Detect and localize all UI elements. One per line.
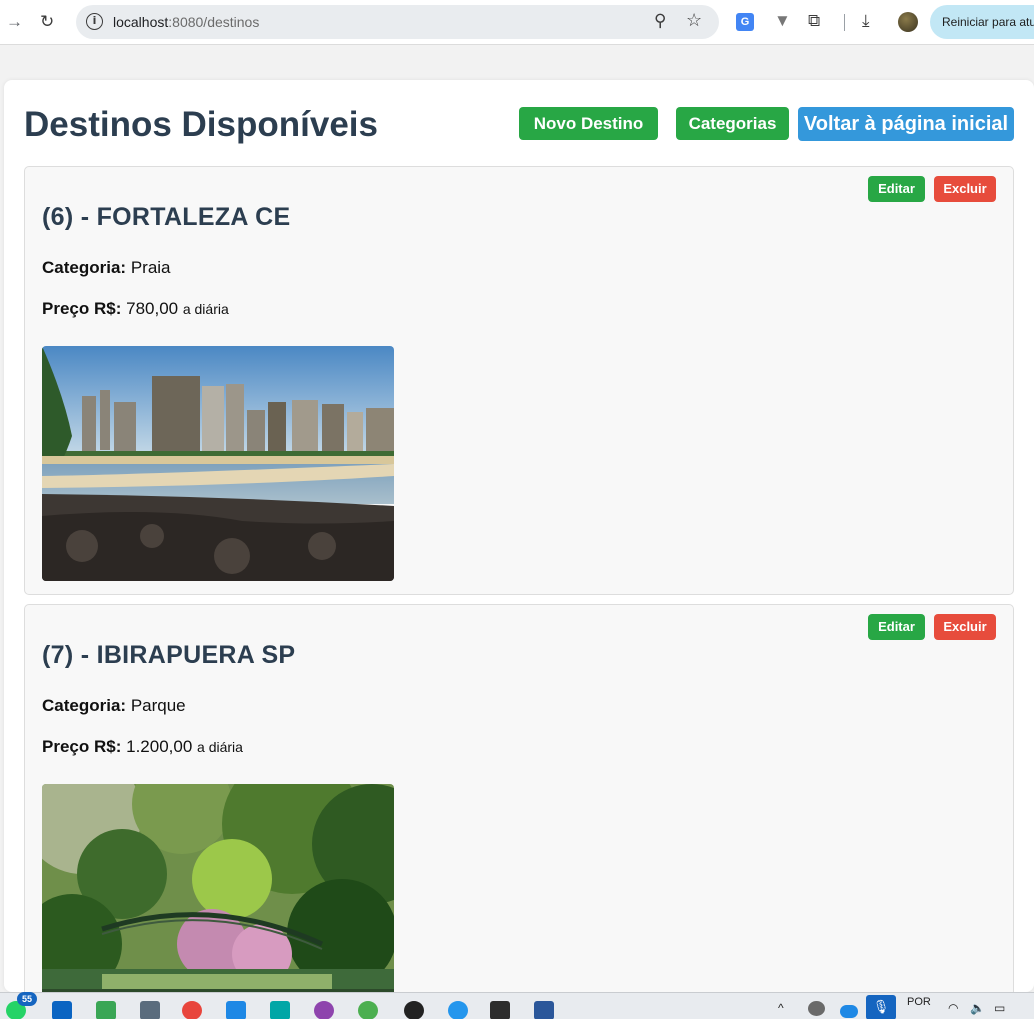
- visual-studio-icon[interactable]: [270, 1001, 290, 1019]
- price-label: Preço R$:: [42, 737, 122, 756]
- forward-arrow-icon[interactable]: →: [6, 12, 23, 32]
- price-label: Preço R$:: [42, 299, 122, 318]
- extensions-icon[interactable]: ⧉: [808, 11, 820, 31]
- toolbar-separator: [844, 14, 845, 31]
- app-icon[interactable]: [96, 1001, 116, 1019]
- docker-icon[interactable]: [448, 1001, 468, 1019]
- wifi-icon[interactable]: ◠: [948, 1001, 958, 1015]
- categories-button[interactable]: Categorias: [676, 107, 789, 140]
- download-icon[interactable]: ⤓: [862, 11, 870, 31]
- app-green-icon[interactable]: [358, 1001, 378, 1019]
- address-bar[interactable]: i localhost:8080/destinos ⚲ ☆: [76, 5, 719, 39]
- vue-devtools-icon[interactable]: ▼: [774, 11, 791, 31]
- penguin-icon[interactable]: [404, 1001, 424, 1019]
- google-translate-icon[interactable]: G: [736, 13, 754, 31]
- vscode-icon[interactable]: [226, 1001, 246, 1019]
- notification-badge: 55: [17, 992, 37, 1006]
- category-label: Categoria:: [42, 696, 127, 715]
- price-line: Preço R$: 1.200,00 a diária: [42, 737, 243, 757]
- battery-icon[interactable]: ▭: [994, 1001, 1005, 1015]
- microphone-icon[interactable]: 🎙: [866, 995, 896, 1019]
- onedrive-icon[interactable]: [840, 1005, 858, 1018]
- site-info-icon[interactable]: i: [86, 13, 103, 30]
- destination-title: (6) - FORTALEZA CE: [42, 203, 291, 231]
- price-value: 1.200,00: [126, 737, 193, 756]
- word-icon[interactable]: [534, 1001, 554, 1019]
- category-line: Categoria: Parque: [42, 696, 186, 716]
- language-indicator[interactable]: POR: [907, 996, 931, 1008]
- reload-icon[interactable]: ↻: [40, 12, 54, 32]
- destination-title: (7) - IBIRAPUERA SP: [42, 641, 296, 669]
- outlook-icon[interactable]: [52, 1001, 72, 1019]
- back-home-button[interactable]: Voltar à página inicial: [798, 107, 1014, 141]
- tray-app-icon[interactable]: [808, 1001, 825, 1016]
- destination-card: Editar Excluir (7) - IBIRAPUERA SP Categ…: [24, 604, 1014, 992]
- per-day-text: a diária: [182, 301, 229, 317]
- edit-button[interactable]: Editar: [868, 614, 925, 640]
- price-line: Preço R$: 780,00 a diária: [42, 299, 229, 319]
- category-line: Categoria: Praia: [42, 258, 171, 278]
- destinations-container: Destinos Disponíveis Novo Destino Catego…: [4, 80, 1034, 992]
- file-icon[interactable]: [140, 1001, 160, 1019]
- new-destination-button[interactable]: Novo Destino: [519, 107, 658, 140]
- url-path: :8080/destinos: [168, 14, 260, 30]
- restart-to-update-button[interactable]: Reiniciar para atu: [930, 5, 1034, 39]
- chevron-up-icon[interactable]: ^: [778, 1001, 784, 1015]
- edit-button[interactable]: Editar: [868, 176, 925, 202]
- browser-toolbar: → ↻ i localhost:8080/destinos ⚲ ☆ G ▼ ⧉ …: [0, 0, 1034, 45]
- category-value: Praia: [130, 258, 171, 277]
- destination-photo-beach: [42, 346, 394, 581]
- per-day-text: a diária: [197, 739, 243, 755]
- destination-card: Editar Excluir (6) - FORTALEZA CE Catego…: [24, 166, 1014, 595]
- price-value: 780,00: [126, 299, 179, 318]
- zoom-icon[interactable]: ⚲: [654, 11, 666, 31]
- windows-taskbar: 55 ^ 🎙 POR ◠ 🔈 ▭: [0, 992, 1034, 1019]
- speaker-icon[interactable]: 🔈: [970, 1001, 985, 1015]
- page-title: Destinos Disponíveis: [24, 105, 378, 144]
- bookmark-star-icon[interactable]: ☆: [686, 10, 702, 31]
- chrome-icon[interactable]: [182, 1001, 202, 1019]
- profile-avatar[interactable]: [898, 12, 918, 32]
- app-purple-icon[interactable]: [314, 1001, 334, 1019]
- category-value: Parque: [130, 696, 186, 715]
- url-text[interactable]: localhost:8080/destinos: [113, 14, 259, 30]
- delete-button[interactable]: Excluir: [934, 614, 996, 640]
- delete-button[interactable]: Excluir: [934, 176, 996, 202]
- terminal-icon[interactable]: [490, 1001, 510, 1019]
- category-label: Categoria:: [42, 258, 127, 277]
- destination-photo-park: [42, 784, 394, 992]
- url-host: localhost: [113, 14, 169, 30]
